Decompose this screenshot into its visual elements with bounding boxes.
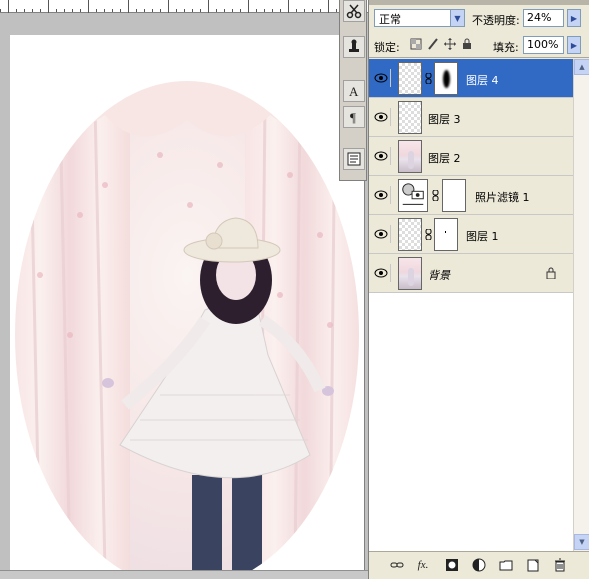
lock-transparency-icon[interactable] <box>410 38 422 50</box>
scissors-icon[interactable] <box>343 0 365 22</box>
lock-row: 锁定: 填充: 100% ▶ <box>369 32 589 58</box>
tools-strip: A ¶ <box>339 0 367 181</box>
layer-thumbnail[interactable] <box>398 62 422 95</box>
layer-name: 图层 2 <box>428 152 461 165</box>
ruler-tick <box>128 0 129 13</box>
adjustment-layer-icon[interactable] <box>398 179 428 212</box>
layer-list: 图层 4 图层 3 图层 2 照片滤镜 1 图层 1 背景 <box>369 59 573 551</box>
eye-icon[interactable] <box>371 264 391 282</box>
panel-tab-strip[interactable] <box>369 0 589 5</box>
layer-row[interactable]: 图层 1 <box>369 215 573 254</box>
ruler-tick <box>208 0 209 13</box>
layer-name: 照片滤镜 1 <box>475 191 530 204</box>
opacity-slider-button[interactable]: ▶ <box>567 9 581 27</box>
add-mask-icon[interactable] <box>444 557 460 573</box>
blend-mode-select[interactable]: 正常 ▼ <box>374 9 465 27</box>
notes-icon[interactable] <box>343 148 365 170</box>
layer-row[interactable]: 背景 <box>369 254 573 293</box>
type-tool-icon[interactable]: A <box>343 80 365 102</box>
eye-icon[interactable] <box>371 147 391 165</box>
link-icon[interactable] <box>425 73 432 84</box>
layer-thumbnail[interactable] <box>398 218 422 251</box>
link-icon[interactable] <box>432 190 439 201</box>
layer-style-icon[interactable]: fx. <box>415 557 431 573</box>
link-layers-icon[interactable] <box>389 557 405 573</box>
horizontal-ruler[interactable] <box>0 0 368 13</box>
chevron-down-icon[interactable]: ▼ <box>450 10 464 26</box>
layers-panel: 正常 ▼ 不透明度: 24% ▶ 锁定: 填充: 100% ▶ 图层 4 图层 … <box>368 0 589 579</box>
opacity-value: 24% <box>527 11 552 24</box>
layer-mask-thumbnail[interactable] <box>442 179 466 212</box>
layer-mask-thumbnail[interactable] <box>434 218 458 251</box>
ruler-tick <box>168 0 169 13</box>
layer-name: 图层 3 <box>428 113 461 126</box>
eye-icon[interactable] <box>371 225 391 243</box>
adjustment-layer-icon[interactable] <box>471 557 487 573</box>
lock-label: 锁定: <box>374 41 400 54</box>
document-canvas[interactable] <box>10 35 364 570</box>
scroll-down-icon[interactable]: ▼ <box>574 534 589 550</box>
layer-row[interactable]: 图层 3 <box>369 98 573 137</box>
lock-all-icon[interactable] <box>461 38 473 50</box>
layer-row[interactable]: 图层 4 <box>369 59 573 98</box>
layer-row[interactable]: 照片滤镜 1 <box>369 176 573 215</box>
ruler-tick <box>288 0 289 13</box>
scroll-up-icon[interactable]: ▲ <box>574 59 589 75</box>
fill-input[interactable]: 100% <box>523 36 564 54</box>
lock-move-icon[interactable] <box>444 38 456 50</box>
paragraph-icon[interactable]: ¶ <box>343 106 365 128</box>
layer-name: 图层 1 <box>466 230 499 243</box>
layer-name: 背景 <box>428 269 450 282</box>
opacity-label: 不透明度: <box>472 14 520 27</box>
layer-thumbnail[interactable] <box>398 257 422 290</box>
opacity-input[interactable]: 24% <box>523 9 564 27</box>
vertical-scrollbar[interactable]: ▲ ▼ <box>573 59 589 551</box>
lock-icon <box>546 267 556 279</box>
svg-text:A: A <box>349 84 359 99</box>
blend-row: 正常 ▼ 不透明度: 24% ▶ <box>369 6 589 30</box>
vignette-photo <box>13 79 361 570</box>
layer-thumbnail[interactable] <box>398 101 422 134</box>
svg-text:¶: ¶ <box>350 110 356 125</box>
layer-mask-thumbnail[interactable] <box>434 62 458 95</box>
layer-row[interactable]: 图层 2 <box>369 137 573 176</box>
horizontal-scrollbar[interactable] <box>0 570 368 579</box>
fill-value: 100% <box>527 38 559 51</box>
new-group-icon[interactable] <box>498 557 514 573</box>
ruler-tick <box>248 0 249 13</box>
layer-name: 图层 4 <box>466 74 499 87</box>
link-icon[interactable] <box>425 229 432 240</box>
new-layer-icon[interactable] <box>525 557 541 573</box>
layers-bottom-bar: fx. <box>369 551 589 579</box>
stamp-icon[interactable] <box>343 36 365 58</box>
ruler-tick <box>88 0 89 13</box>
eye-icon[interactable] <box>371 108 391 126</box>
ruler-tick <box>48 0 49 13</box>
blend-mode-value: 正常 <box>379 13 401 26</box>
fill-slider-button[interactable]: ▶ <box>567 36 581 54</box>
eye-icon[interactable] <box>371 69 391 87</box>
layer-thumbnail[interactable] <box>398 140 422 173</box>
canvas-area[interactable] <box>0 0 368 579</box>
fill-label: 填充: <box>493 41 519 54</box>
ruler-tick <box>8 0 9 13</box>
ruler-tick <box>328 0 329 13</box>
eye-icon[interactable] <box>371 186 391 204</box>
trash-icon[interactable] <box>552 557 568 573</box>
lock-brush-icon[interactable] <box>427 38 439 50</box>
